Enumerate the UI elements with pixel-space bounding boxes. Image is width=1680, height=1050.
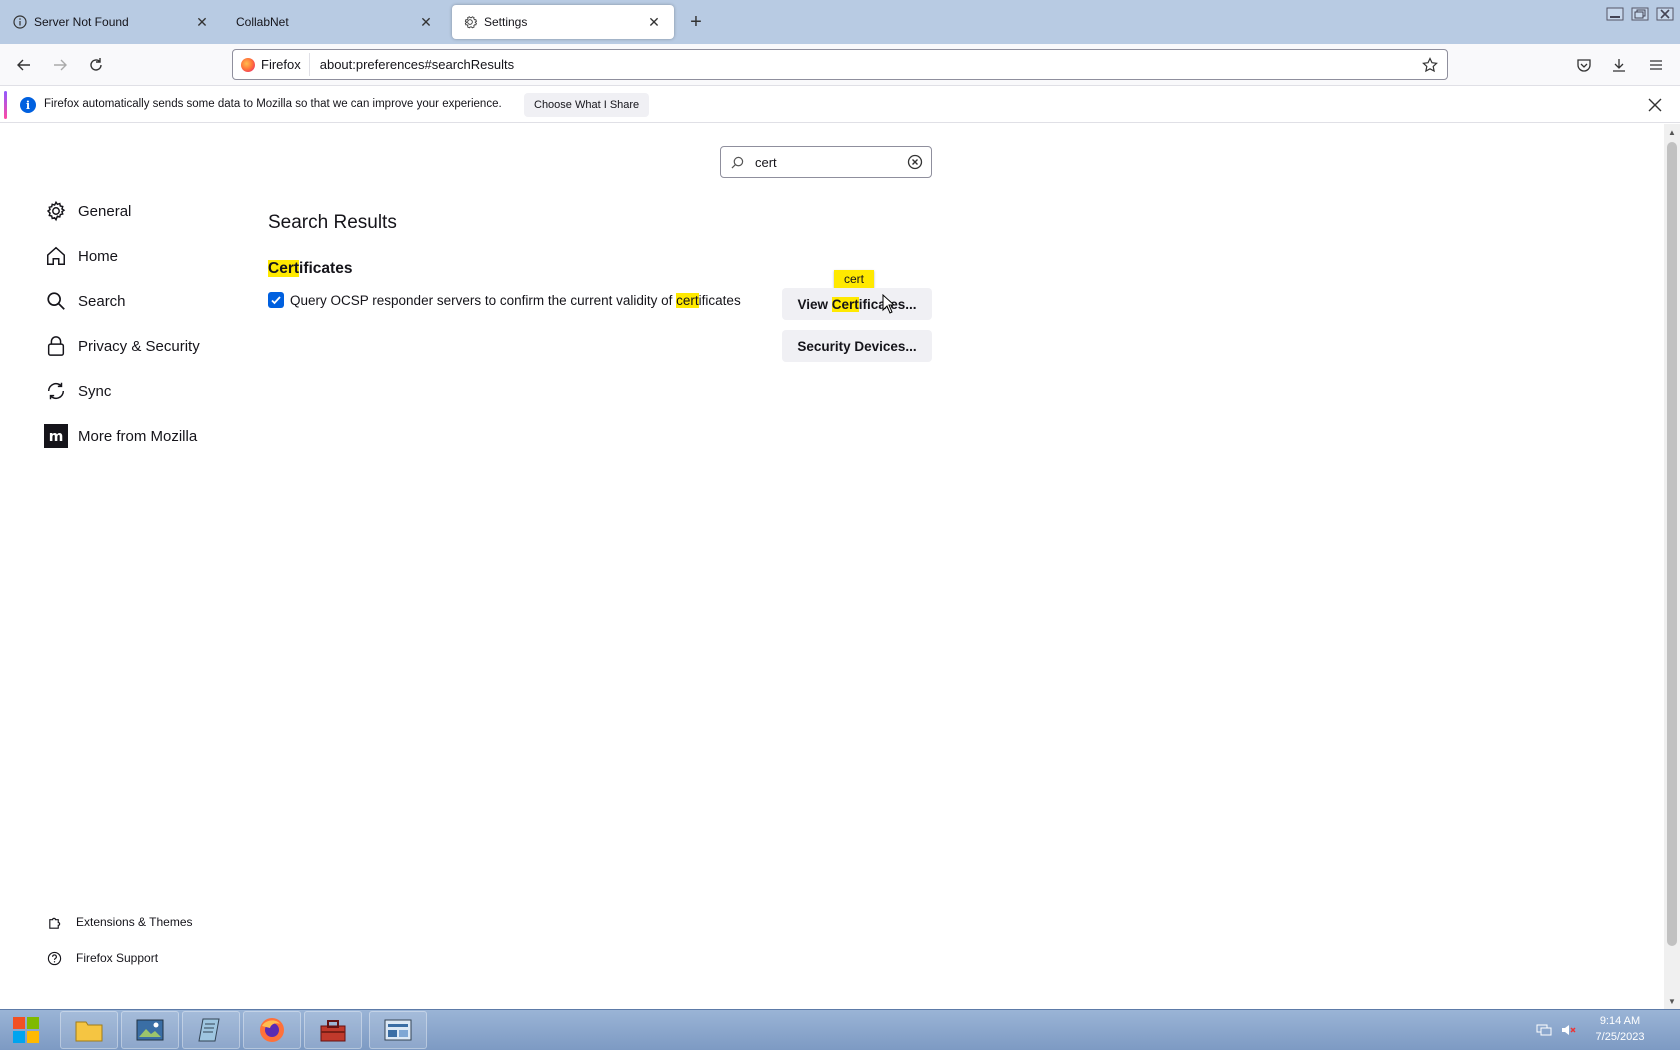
forward-button[interactable] [46, 51, 74, 79]
tab-label: Settings [484, 15, 528, 29]
sidebar-item-label: General [78, 202, 132, 220]
clear-search-icon[interactable] [907, 154, 923, 170]
back-button[interactable] [10, 51, 38, 79]
network-icon[interactable] [1536, 1022, 1552, 1041]
bookmark-star-icon[interactable] [1417, 52, 1443, 78]
sidebar-item-sync[interactable]: Sync [44, 376, 111, 406]
ocsp-label: Query OCSP responder servers to confirm … [290, 292, 741, 308]
start-button[interactable] [4, 1011, 48, 1049]
sidebar-item-search[interactable]: Search [44, 286, 126, 316]
extensions-themes-link[interactable]: Extensions & Themes [46, 914, 193, 930]
scroll-down-icon[interactable]: ▼ [1664, 993, 1680, 1009]
windows-taskbar: 9:14 AM 7/25/2023 [0, 1009, 1680, 1050]
restore-button[interactable] [1629, 4, 1651, 24]
sidebar-item-label: Sync [78, 382, 112, 400]
home-icon [44, 244, 68, 268]
tab-strip: Server Not Found ✕ CollabNet ✕ Settings … [0, 0, 1680, 44]
gear-icon [462, 14, 478, 30]
mozilla-icon: m [44, 424, 68, 448]
info-icon [12, 14, 28, 30]
sidebar-item-privacy-security[interactable]: Privacy & Security [44, 331, 200, 361]
sidebar-item-label: Search [78, 292, 126, 310]
tab-label: CollabNet [236, 15, 289, 29]
info-icon: i [20, 97, 36, 113]
notepad-icon[interactable] [182, 1011, 240, 1049]
volume-muted-icon[interactable] [1560, 1022, 1576, 1041]
ocsp-checkbox-row[interactable]: Query OCSP responder servers to confirm … [268, 292, 741, 308]
lock-icon [44, 334, 68, 358]
search-match-tooltip: cert [834, 270, 875, 293]
search-value[interactable]: cert [755, 155, 907, 170]
tab-settings[interactable]: Settings ✕ [452, 5, 674, 39]
tab-server-not-found[interactable]: Server Not Found ✕ [2, 5, 222, 39]
certificates-heading: Certificates [268, 260, 352, 278]
sidebar-item-more-from-mozilla[interactable]: m More from Mozilla [44, 421, 197, 451]
search-icon [729, 154, 745, 170]
sidebar-item-label: Home [78, 247, 119, 265]
close-icon[interactable] [1644, 94, 1666, 116]
sidebar-item-label: More from Mozilla [78, 427, 198, 445]
firefox-icon [241, 57, 255, 72]
new-tab-button[interactable]: + [684, 10, 708, 34]
footer-link-label: Firefox Support [76, 951, 159, 965]
close-window-button[interactable] [1654, 4, 1676, 24]
ocsp-checkbox[interactable] [268, 292, 284, 308]
file-explorer-icon[interactable] [60, 1011, 118, 1049]
label-text: ificates [698, 292, 741, 308]
close-icon[interactable]: ✕ [416, 12, 436, 32]
identity-label: Firefox [261, 57, 301, 72]
pocket-icon[interactable] [1570, 51, 1598, 79]
minimize-button[interactable] [1604, 4, 1626, 24]
clock-date: 7/25/2023 [1595, 1031, 1645, 1043]
label-text: Query OCSP responder servers to confirm … [290, 292, 677, 308]
scrollbar-thumb[interactable] [1667, 142, 1677, 946]
security-devices-button[interactable]: Security Devices... [782, 330, 932, 362]
view-certificates-button[interactable]: View Certificates... [782, 288, 932, 320]
notification-message: Firefox automatically sends some data to… [44, 98, 502, 110]
search-icon [44, 289, 68, 313]
reload-button[interactable] [82, 51, 110, 79]
scroll-up-icon[interactable]: ▲ [1664, 124, 1680, 140]
preferences-search-input[interactable]: cert [720, 146, 932, 178]
firefox-taskbar-icon[interactable] [243, 1011, 301, 1049]
puzzle-icon [46, 914, 62, 930]
vertical-scrollbar[interactable]: ▲ ▼ [1664, 124, 1680, 1009]
sidebar-item-home[interactable]: Home [44, 241, 118, 271]
identity-box[interactable]: Firefox [233, 53, 310, 76]
help-icon [46, 950, 62, 966]
tab-collabnet[interactable]: CollabNet ✕ [226, 5, 446, 39]
tab-label: Server Not Found [34, 15, 129, 29]
button-text: View [797, 296, 832, 312]
gear-icon [44, 199, 68, 223]
sidebar-item-label: Privacy & Security [78, 337, 200, 355]
preferences-content: cert General Home Search Privacy & Secur… [0, 124, 1664, 1009]
taskbar-clock[interactable]: 9:14 AM 7/25/2023 [1580, 1013, 1660, 1045]
footer-link-label: Extensions & Themes [76, 915, 193, 929]
mouse-cursor-icon [882, 294, 896, 314]
close-icon[interactable]: ✕ [192, 12, 212, 32]
clock-time: 9:14 AM [1599, 1015, 1641, 1027]
sidebar-item-general[interactable]: General [44, 196, 131, 226]
url-text[interactable]: about:preferences#searchResults [310, 57, 1417, 72]
svg-text:m: m [49, 429, 64, 445]
heading-text: ificates [299, 260, 353, 277]
choose-what-i-share-button[interactable]: Choose What I Share [524, 93, 650, 117]
control-panel-icon[interactable] [369, 1011, 427, 1049]
firefox-support-link[interactable]: Firefox Support [46, 950, 158, 966]
menu-icon[interactable] [1642, 51, 1670, 79]
search-highlight: cert [676, 292, 699, 308]
downloads-icon[interactable] [1605, 51, 1633, 79]
data-reporting-notification: i Firefox automatically sends some data … [0, 87, 1680, 123]
toolbox-icon[interactable] [304, 1011, 362, 1049]
sync-icon [44, 379, 68, 403]
page-title: Search Results [268, 212, 397, 233]
notification-accent [4, 91, 7, 119]
search-highlight: Cert [268, 260, 300, 277]
navigation-toolbar: Firefox about:preferences#searchResults [0, 44, 1680, 86]
search-highlight: Cert [831, 296, 859, 312]
photo-viewer-icon[interactable] [121, 1011, 179, 1049]
close-icon[interactable]: ✕ [644, 12, 664, 32]
url-bar[interactable]: Firefox about:preferences#searchResults [232, 49, 1448, 80]
